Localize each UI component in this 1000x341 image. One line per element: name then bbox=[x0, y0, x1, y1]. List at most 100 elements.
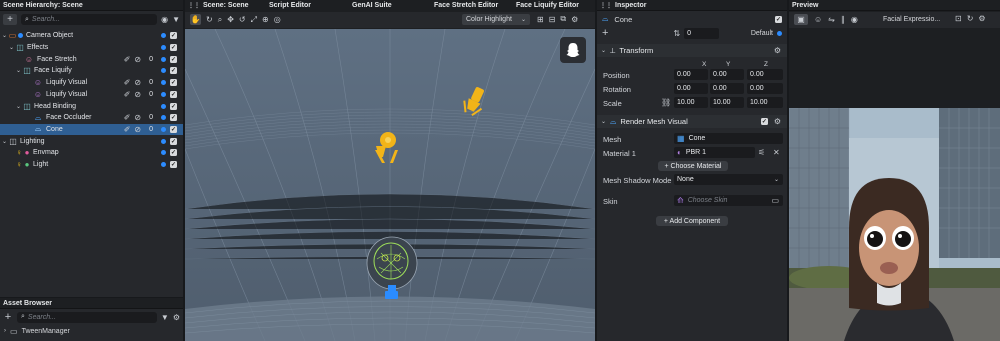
exclude-icon[interactable]: ⊘ bbox=[134, 90, 141, 99]
tree-item-face-stretch[interactable]: ☺ Face Stretch ✐ ⊘ 0 ✓ bbox=[0, 53, 183, 65]
color-mode-dropdown[interactable]: Color Highlight ⌄ bbox=[462, 14, 530, 25]
add-icon[interactable]: + bbox=[602, 27, 608, 39]
rotate-tool-icon[interactable]: ↺ bbox=[239, 15, 246, 24]
layer-count-field[interactable]: 0 bbox=[684, 27, 720, 39]
collapse-chevron-icon[interactable]: ⌄ bbox=[8, 44, 15, 51]
filter-icon[interactable]: ▼ bbox=[161, 313, 169, 322]
move-tool-icon[interactable]: ✥ bbox=[227, 15, 234, 24]
visible-checkbox[interactable]: ✓ bbox=[170, 67, 177, 75]
reset-icon[interactable]: ↻ bbox=[967, 14, 974, 23]
lens-select-dropdown[interactable]: Facial Expressio... bbox=[883, 14, 945, 25]
position-y-field[interactable]: 0.00 bbox=[710, 69, 744, 80]
skin-field[interactable]: ⟰ Choose Skin ▭ bbox=[674, 195, 783, 206]
camera-flip-icon[interactable]: ⇋ bbox=[828, 15, 835, 24]
edit-wand-icon[interactable]: ✐ bbox=[124, 90, 131, 99]
position-x-field[interactable]: 0.00 bbox=[674, 69, 708, 80]
face-occluder-mesh[interactable] bbox=[366, 236, 418, 290]
tab-genai-suite[interactable]: GenAI Suite bbox=[352, 0, 392, 11]
visibility-eye-icon[interactable]: ◉ bbox=[161, 15, 168, 24]
hierarchy-search-input[interactable]: ⌕ Search... bbox=[21, 14, 158, 25]
render-mesh-enabled-checkbox[interactable]: ✓ bbox=[760, 118, 768, 125]
folder-icon[interactable]: ▭ bbox=[771, 196, 779, 205]
tree-item-liquify-visual[interactable]: ☺ Liquify Visual ✐ ⊘ 0 ✓ bbox=[0, 89, 183, 101]
preview-image[interactable] bbox=[789, 108, 1000, 341]
person-icon[interactable]: ☺ bbox=[814, 15, 822, 24]
visible-checkbox[interactable]: ✓ bbox=[170, 125, 177, 133]
tab-face-stretch-editor[interactable]: Face Stretch Editor bbox=[434, 0, 498, 11]
rect-tool-icon[interactable]: ⊕ bbox=[262, 15, 269, 24]
tree-item-head-binding[interactable]: ⌄ ◫ Head Binding ✓ bbox=[0, 100, 183, 112]
position-z-field[interactable]: 0.00 bbox=[747, 69, 783, 80]
scale-y-field[interactable]: 10.00 bbox=[710, 97, 744, 108]
scale-z-field[interactable]: 10.00 bbox=[747, 97, 783, 108]
pivot-tool-icon[interactable]: ◎ bbox=[274, 15, 281, 24]
tab-face-liquify-editor[interactable]: Face Liquify Editor bbox=[516, 0, 579, 11]
settings-gear-icon[interactable]: ⚙ bbox=[173, 313, 180, 322]
tree-item-envmap[interactable]: ♀ ● Envmap ✓ bbox=[0, 147, 183, 159]
tree-item-effects[interactable]: ⌄ ◫ Effects ✓ bbox=[0, 42, 183, 54]
tree-item-lighting[interactable]: ⌄ ◫ Lighting ✓ bbox=[0, 135, 183, 147]
add-asset-button[interactable]: + bbox=[3, 311, 13, 323]
visible-checkbox[interactable]: ✓ bbox=[170, 102, 177, 110]
tab-script-editor[interactable]: Script Editor bbox=[269, 0, 311, 11]
render-mesh-section-header[interactable]: ⌄ ⌓ Render Mesh Visual ✓ ⚙ bbox=[597, 115, 787, 128]
choose-material-button[interactable]: + Choose Material bbox=[658, 161, 728, 171]
tree-item-liquify-visual[interactable]: ☺ Liquify Visual ✐ ⊘ 0 ✓ bbox=[0, 77, 183, 89]
rotation-z-field[interactable]: 0.00 bbox=[747, 83, 783, 94]
tree-item-light[interactable]: ♀ ● Light ✓ bbox=[0, 159, 183, 171]
visible-checkbox[interactable]: ✓ bbox=[170, 44, 177, 52]
exclude-icon[interactable]: ⊘ bbox=[134, 78, 141, 87]
material-field[interactable]: ◐ PBR 1 bbox=[674, 147, 755, 158]
add-component-button[interactable]: + Add Component bbox=[656, 216, 728, 226]
tab-scene[interactable]: ⋮⋮ Scene: Scene bbox=[188, 0, 249, 11]
preview-device-icon[interactable]: ▣ bbox=[794, 14, 808, 25]
asset-item-tweenmanager[interactable]: › ▭ TweenManager bbox=[4, 326, 70, 336]
layers-view-icon[interactable]: ⧉ bbox=[560, 14, 566, 24]
grid-view-icon[interactable]: ⊟ bbox=[549, 15, 556, 24]
tree-item-face-liquify[interactable]: ⌄ ◫ Face Liquify ✓ bbox=[0, 65, 183, 77]
rotate-view-icon[interactable]: ↻ bbox=[206, 15, 213, 24]
visible-checkbox[interactable]: ✓ bbox=[170, 149, 177, 157]
edit-wand-icon[interactable]: ✐ bbox=[124, 125, 131, 134]
camera-view-icon[interactable]: ⊞ bbox=[537, 15, 544, 24]
exclude-icon[interactable]: ⊘ bbox=[134, 55, 141, 64]
link-scale-icon[interactable]: ⛓ bbox=[661, 98, 671, 107]
mesh-field[interactable]: ▦ Cone bbox=[674, 133, 783, 144]
visible-checkbox[interactable]: ✓ bbox=[170, 161, 177, 169]
scale-x-field[interactable]: 10.00 bbox=[674, 97, 708, 108]
scene-viewport[interactable] bbox=[185, 29, 595, 341]
exclude-icon[interactable]: ⊘ bbox=[134, 125, 141, 134]
collapse-chevron-icon[interactable]: ⌄ bbox=[15, 103, 22, 110]
visible-checkbox[interactable]: ✓ bbox=[170, 137, 177, 145]
edit-wand-icon[interactable]: ✐ bbox=[124, 78, 131, 87]
add-object-button[interactable]: + bbox=[3, 14, 17, 25]
snapchat-ghost-icon[interactable] bbox=[560, 37, 586, 63]
tree-item-camera-object[interactable]: ⌄ ▭ Camera Object ✓ bbox=[0, 30, 183, 42]
visible-checkbox[interactable]: ✓ bbox=[170, 90, 177, 98]
preview-eye-icon[interactable]: ◉ bbox=[851, 15, 858, 24]
visible-checkbox[interactable]: ✓ bbox=[170, 32, 177, 40]
zoom-tool-icon[interactable]: ⌕ bbox=[218, 15, 222, 25]
rotation-y-field[interactable]: 0.00 bbox=[710, 83, 744, 94]
transform-section-header[interactable]: ⌄ ⟂ Transform ⚙ bbox=[597, 44, 787, 57]
material-options-icon[interactable]: ⚟ bbox=[758, 148, 765, 157]
capture-icon[interactable]: ⊡ bbox=[955, 14, 962, 23]
visible-checkbox[interactable]: ✓ bbox=[170, 55, 177, 63]
expand-chevron-icon[interactable]: › bbox=[4, 328, 6, 334]
visible-checkbox[interactable]: ✓ bbox=[170, 114, 177, 122]
component-settings-gear-icon[interactable]: ⚙ bbox=[774, 117, 781, 126]
collapse-chevron-icon[interactable]: ⌄ bbox=[15, 67, 22, 74]
edit-wand-icon[interactable]: ✐ bbox=[124, 113, 131, 122]
tree-item-cone[interactable]: ⌓ Cone ✐ ⊘ 0 ✓ bbox=[0, 123, 183, 136]
hand-tool-icon[interactable]: ✋ bbox=[190, 14, 201, 25]
object-name[interactable]: Cone bbox=[614, 15, 632, 24]
filter-icon[interactable]: ▼ bbox=[172, 15, 180, 24]
shadow-mode-dropdown[interactable]: None ⌄ bbox=[674, 174, 783, 185]
tree-item-face-occluder[interactable]: ⌓ Face Occluder ✐ ⊘ 0 ✓ bbox=[0, 112, 183, 124]
collapse-chevron-icon[interactable]: ⌄ bbox=[1, 138, 8, 145]
collapse-chevron-icon[interactable]: ⌄ bbox=[1, 32, 8, 39]
preview-settings-gear-icon[interactable]: ⚙ bbox=[978, 14, 985, 23]
visible-checkbox[interactable]: ✓ bbox=[170, 79, 177, 87]
asset-search-input[interactable]: ⌕ Search... bbox=[17, 311, 157, 323]
rotation-x-field[interactable]: 0.00 bbox=[674, 83, 708, 94]
